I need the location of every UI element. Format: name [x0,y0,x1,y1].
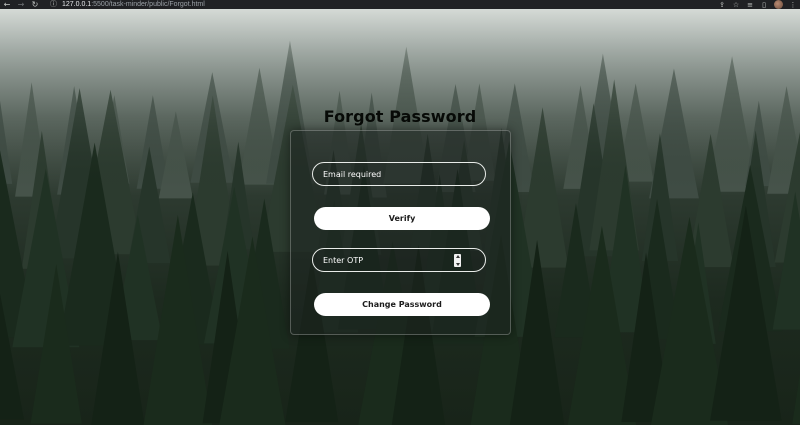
extension-icon[interactable]: ≡ [743,0,757,9]
number-spinner-icon[interactable] [454,254,461,267]
kebab-menu-icon[interactable]: ⋮ [786,0,800,9]
forgot-password-card: Email required Verify Enter OTP Change P… [290,130,511,335]
back-arrow-icon[interactable]: ← [0,0,14,9]
spinner-up-icon[interactable] [455,255,460,258]
avatar[interactable] [774,0,783,9]
otp-placeholder: Enter OTP [323,255,364,265]
star-icon[interactable]: ☆ [729,0,743,9]
address-bar[interactable]: ⓘ 127.0.0.1 :5500/task-minder/public/For… [50,0,715,9]
url-host: 127.0.0.1 [62,1,92,8]
email-field[interactable]: Email required [312,162,486,186]
verify-button-label: Verify [388,214,416,223]
page-background: Forgot Password Email required Verify En… [0,9,800,425]
browser-window: ← → ↻ ⓘ 127.0.0.1 :5500/task-minder/publ… [0,0,800,425]
browser-toolbar: ← → ↻ ⓘ 127.0.0.1 :5500/task-minder/publ… [0,0,800,9]
change-password-label: Change Password [362,300,442,309]
url-path: :5500/task-minder/public/Forgot.html [91,1,205,8]
forward-arrow-icon[interactable]: → [14,0,28,9]
email-placeholder: Email required [323,169,382,179]
site-info-icon[interactable]: ⓘ [50,0,57,9]
share-icon[interactable]: ⇪ [715,0,729,9]
page-title: Forgot Password [323,107,477,126]
verify-button[interactable]: Verify [314,207,490,230]
reload-icon[interactable]: ↻ [28,0,42,9]
sidepanel-icon[interactable]: ▯ [757,0,771,9]
otp-field[interactable]: Enter OTP [312,248,486,272]
change-password-button[interactable]: Change Password [314,293,490,316]
spinner-down-icon[interactable] [455,263,460,266]
